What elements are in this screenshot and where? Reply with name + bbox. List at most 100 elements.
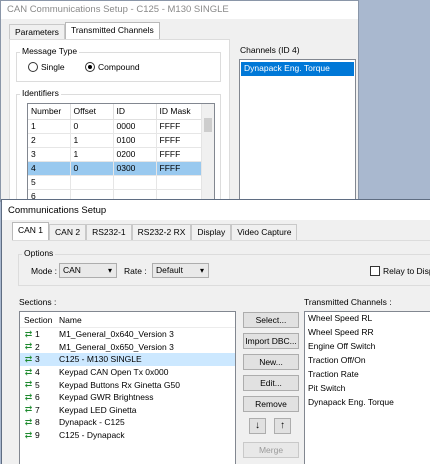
scrollbar-thumb[interactable]	[204, 118, 212, 132]
select-button[interactable]: Select...	[243, 312, 299, 328]
tab-transmitted-channels[interactable]: Transmitted Channels	[64, 22, 160, 40]
tab-can1[interactable]: CAN 1	[12, 222, 50, 240]
transmitted-channels-label: Transmitted Channels :	[304, 297, 392, 307]
list-item[interactable]: Dynapack Eng. Torque	[305, 396, 430, 410]
exchange-arrows-icon: ⇄	[24, 328, 33, 339]
list-item[interactable]: ⇄ 2 M1_General_0x650_Version 3	[20, 341, 235, 354]
section-number: 1	[35, 329, 40, 340]
rate-label: Rate :	[124, 266, 147, 276]
exchange-arrows-icon: ⇄	[24, 353, 33, 364]
list-item-selected[interactable]: ⇄ 3 C125 - M130 SINGLE	[20, 353, 235, 366]
list-item[interactable]: Pit Switch	[305, 382, 430, 396]
col-id[interactable]: ID	[113, 104, 157, 120]
list-item[interactable]: ⇄ 4 Keypad CAN Open Tx 0x000	[20, 366, 235, 379]
list-item[interactable]: ⇄ 6 Keypad GWR Brightness	[20, 391, 235, 404]
section-name: Keypad Buttons Rx Ginetta G50	[59, 379, 180, 390]
new-button[interactable]: New...	[243, 354, 299, 370]
exchange-arrows-icon: ⇄	[24, 404, 33, 415]
import-dbc-button[interactable]: Import DBC...	[243, 333, 299, 349]
list-item[interactable]: ⇄ 5 Keypad Buttons Rx Ginetta G50	[20, 378, 235, 391]
cell-number[interactable]: 5	[28, 175, 71, 190]
cell-id[interactable]: 0300	[113, 161, 157, 176]
list-item[interactable]: ⇄ 7 Keypad LED Ginetta	[20, 404, 235, 417]
list-item[interactable]: Traction Off/On	[305, 354, 430, 368]
tab-rs232-1[interactable]: RS232-1	[86, 224, 132, 240]
tab-video-capture[interactable]: Video Capture	[231, 224, 298, 240]
section-name: M1_General_0x640_Version 3	[59, 329, 174, 340]
sections-label: Sections :	[19, 297, 57, 307]
section-number: 9	[35, 430, 40, 441]
cell-id[interactable]: 0100	[113, 133, 157, 148]
radio-single-circle[interactable]	[28, 62, 38, 72]
section-number: 7	[35, 404, 40, 415]
section-name: Dynapack - C125	[59, 417, 125, 428]
section-number: 3	[35, 354, 40, 365]
channels-list[interactable]: Dynapack Eng. Torque	[239, 59, 356, 201]
sections-list[interactable]: Section Name ⇄ 1 M1_General_0x640_Version …	[19, 311, 236, 464]
col-number[interactable]: Number	[28, 104, 71, 120]
list-item[interactable]: ⇄ 1 M1_General_0x640_Version 3	[20, 328, 235, 341]
cell-number[interactable]: 4	[28, 161, 71, 176]
section-name: Keypad GWR Brightness	[59, 392, 154, 403]
rate-value: Default	[156, 265, 183, 275]
identifiers-grid[interactable]: Number Offset ID ID Mask 1 0 0000 FFFF 2 1 01…	[27, 103, 215, 201]
table-row[interactable]: 2 1 0100 FFFF	[28, 133, 214, 148]
table-row[interactable]: 1 0 0000 FFFF	[28, 119, 214, 134]
cell-number[interactable]: 3	[28, 147, 71, 162]
radio-single[interactable]: Single	[28, 62, 65, 72]
mode-select[interactable]: CAN ▾	[59, 263, 117, 278]
tab-rs232-2-rx[interactable]: RS232-2 RX	[131, 224, 192, 240]
list-item[interactable]: Dynapack Eng. Torque	[241, 62, 354, 76]
tab-can2[interactable]: CAN 2	[49, 224, 87, 240]
tab-parameters[interactable]: Parameters	[9, 24, 65, 40]
list-item[interactable]: ⇄ 9 C125 - Dynapack	[20, 429, 235, 442]
tab-display[interactable]: Display	[191, 224, 232, 240]
section-name: M1_General_0x650_Version 3	[59, 341, 174, 352]
list-item[interactable]: ⇄ 8 Dynapack - C125	[20, 416, 235, 429]
identifiers-scrollbar[interactable]	[201, 104, 214, 201]
col-section[interactable]: Section	[20, 315, 53, 325]
rate-select[interactable]: Default ▾	[152, 263, 209, 278]
list-item[interactable]: Wheel Speed RL	[305, 312, 430, 326]
table-row-selected[interactable]: 4 0 0300 FFFF	[28, 161, 214, 176]
col-name[interactable]: Name	[53, 315, 235, 325]
col-offset[interactable]: Offset	[70, 104, 114, 120]
cell-number[interactable]: 2	[28, 133, 71, 148]
identifiers-header-row: Number Offset ID ID Mask	[28, 104, 214, 120]
chevron-down-icon: ▾	[107, 266, 112, 275]
section-name: C125 - M130 SINGLE	[59, 354, 142, 365]
message-type-label: Message Type	[20, 46, 80, 56]
edit-button[interactable]: Edit...	[243, 375, 299, 391]
relay-checkbox[interactable]	[370, 266, 380, 276]
exchange-arrows-icon: ⇄	[24, 379, 33, 390]
radio-compound[interactable]: Compound	[85, 62, 140, 72]
list-item[interactable]: Wheel Speed RR	[305, 326, 430, 340]
relay-label: Relay to Displa	[383, 266, 430, 276]
transmitted-channels-list[interactable]: Wheel Speed RL Wheel Speed RR Engine Off…	[304, 311, 430, 464]
list-item[interactable]: Traction Rate	[305, 368, 430, 382]
cell-offset[interactable]: 0	[70, 161, 114, 176]
exchange-arrows-icon: ⇄	[24, 391, 33, 402]
exchange-arrows-icon: ⇄	[24, 416, 33, 427]
cell-offset[interactable]: 1	[70, 147, 114, 162]
radio-compound-label: Compound	[98, 62, 140, 72]
list-item[interactable]: Engine Off Switch	[305, 340, 430, 354]
section-number: 4	[35, 367, 40, 378]
cell-offset[interactable]: 1	[70, 133, 114, 148]
cell-offset[interactable]: 0	[70, 119, 114, 134]
merge-button[interactable]: Merge	[243, 442, 299, 458]
cell-offset[interactable]	[70, 175, 114, 190]
remove-button[interactable]: Remove	[243, 396, 299, 412]
section-name: Keypad CAN Open Tx 0x000	[59, 367, 169, 378]
arrow-down-icon[interactable]: ↓	[249, 418, 266, 434]
chevron-down-icon: ▾	[199, 266, 204, 275]
radio-compound-circle[interactable]	[85, 62, 95, 72]
cell-id[interactable]: 0200	[113, 147, 157, 162]
cell-id[interactable]	[113, 175, 157, 190]
communications-setup-window: Communications Setup CAN 1 CAN 2 RS232-1…	[1, 199, 430, 464]
table-row[interactable]: 3 1 0200 FFFF	[28, 147, 214, 162]
cell-id[interactable]: 0000	[113, 119, 157, 134]
arrow-up-icon[interactable]: ↑	[274, 418, 291, 434]
cell-number[interactable]: 1	[28, 119, 71, 134]
table-row[interactable]: 5	[28, 175, 214, 190]
